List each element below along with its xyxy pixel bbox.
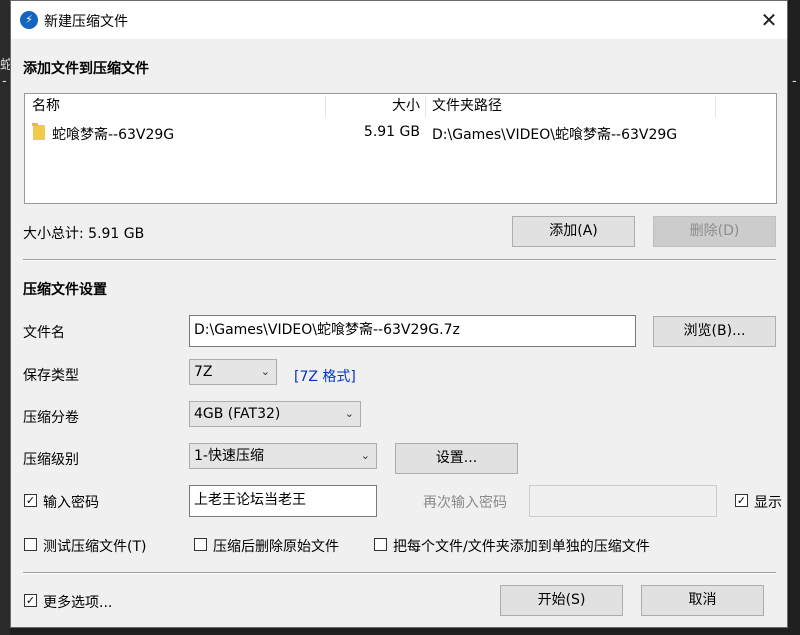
background-left [0,0,10,635]
save-type-value: 7Z [194,364,213,380]
separate-archives-label: 把每个文件/文件夹添加到单独的压缩文件 [393,539,650,555]
column-header-name[interactable]: 名称 [32,94,60,118]
format-link[interactable]: [7Z 格式] [294,366,356,386]
total-size: 大小总计: 5.91 GB [23,226,145,242]
cancel-button[interactable]: 取消 [641,585,764,616]
delete-after-checkbox[interactable] [194,538,207,551]
level-label: 压缩级别 [23,452,79,468]
file-size: 5.91 GB [363,124,420,140]
dialog-window: ⚡ 新建压缩文件 ✕ 添加文件到压缩文件 名称 大小 文件夹路径 蛇喰梦斋--6… [10,0,788,628]
filename-input[interactable]: D:\Games\VIDEO\蛇喰梦斋--63V29G.7z [189,315,636,347]
split-label: 压缩分卷 [23,410,79,426]
filename-label: 文件名 [23,325,65,341]
level-value: 1-快速压缩 [194,448,264,464]
background-text: - [792,74,797,89]
reenter-password-label: 再次输入密码 [423,495,507,511]
column-header-size[interactable]: 大小 [325,94,420,118]
close-button[interactable]: ✕ [756,7,782,33]
test-archive-label: 测试压缩文件(T) [43,539,147,555]
show-password-checkbox[interactable]: ✓ [735,494,748,507]
save-type-select[interactable]: 7Z ⌄ [189,359,277,385]
level-select[interactable]: 1-快速压缩 ⌄ [189,443,377,469]
separate-archives-checkbox[interactable] [374,538,387,551]
split-value: 4GB (FAT32) [194,406,281,422]
title-bar[interactable]: ⚡ 新建压缩文件 ✕ [11,1,787,39]
browse-button[interactable]: 浏览(B)... [653,316,776,347]
more-options-label: 更多选项... [43,595,113,611]
test-archive-checkbox[interactable] [24,538,37,551]
password-input[interactable]: 上老王论坛当老王 [189,485,377,517]
app-icon: ⚡ [20,11,38,29]
background-text: - [2,74,7,89]
file-name: 蛇喰梦斋--63V29G [52,127,175,143]
password-label: 输入密码 [43,495,99,511]
password-checkbox[interactable]: ✓ [24,494,37,507]
delete-after-label: 压缩后删除原始文件 [213,539,339,555]
column-header-path[interactable]: 文件夹路径 [432,94,502,118]
show-password-label: 显示 [754,495,782,511]
column-separator[interactable] [715,96,716,117]
background-right [790,0,800,635]
more-options-checkbox[interactable]: ✓ [24,594,37,607]
file-list[interactable]: 名称 大小 文件夹路径 蛇喰梦斋--63V29G 5.91 GB D:\Game… [24,93,777,204]
settings-button[interactable]: 设置... [395,443,518,474]
folder-icon [32,123,45,140]
column-separator[interactable] [425,96,426,117]
delete-button[interactable]: 删除(D) [653,216,776,247]
add-button[interactable]: 添加(A) [512,216,635,247]
settings-section-title: 压缩文件设置 [23,282,107,298]
file-path: D:\Games\VIDEO\蛇喰梦斋--63V29G [432,127,678,143]
window-title: 新建压缩文件 [44,14,128,30]
chevron-down-icon: ⌄ [344,407,354,420]
divider [23,260,776,261]
chevron-down-icon: ⌄ [260,365,270,378]
chevron-down-icon: ⌄ [360,449,370,462]
start-button[interactable]: 开始(S) [500,585,623,616]
reenter-password-input[interactable] [529,485,717,517]
add-section-title: 添加文件到压缩文件 [23,61,149,77]
divider [23,573,776,574]
save-type-label: 保存类型 [23,368,79,384]
split-select[interactable]: 4GB (FAT32) ⌄ [189,401,361,427]
